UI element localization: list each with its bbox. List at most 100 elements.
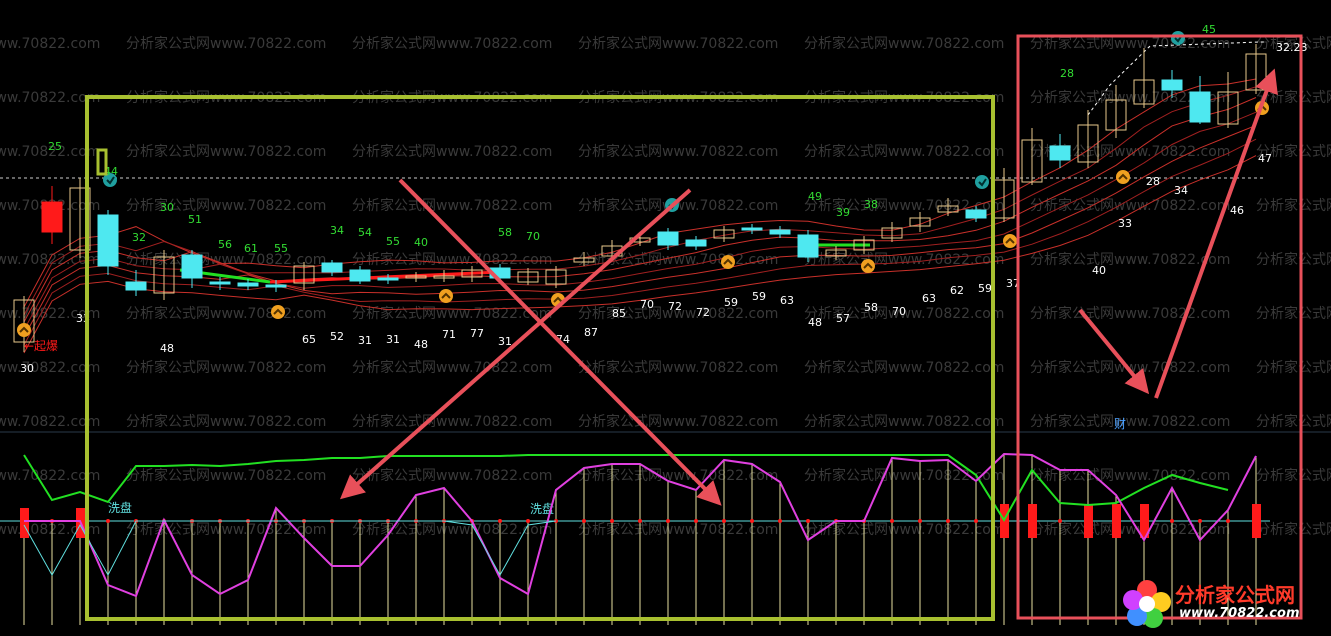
value-label: 52 — [330, 330, 344, 343]
value-label: 61 — [244, 242, 258, 255]
value-label: 28 — [1060, 67, 1074, 80]
candle-body — [1049, 145, 1071, 161]
watermark-text: 分析家公式网www.70822.com — [1256, 521, 1331, 538]
value-label: 63 — [922, 292, 936, 305]
value-label: 46 — [1230, 204, 1244, 217]
indicator-dot — [638, 519, 642, 523]
value-label: 51 — [188, 213, 202, 226]
indicator-dot — [946, 519, 950, 523]
watermark-text: 分析家公式网www.70822.com — [578, 143, 778, 160]
candle-body — [321, 262, 343, 273]
value-label: 25 — [48, 140, 62, 153]
signal-red-bar — [1084, 504, 1093, 538]
xipan-label: 洗盘 — [108, 500, 132, 515]
watermark-text: 分析家公式网www.70822.com — [578, 467, 778, 484]
candle — [97, 210, 119, 275]
wash-zone-box — [85, 95, 995, 621]
watermark-text: 分析家公式网www.70822.com — [1256, 413, 1331, 430]
indicator-dot — [498, 519, 502, 523]
candle — [769, 226, 791, 238]
watermark-text: 分析家公式网www.70822.com — [126, 305, 326, 322]
candle — [41, 186, 63, 244]
check-circle — [1171, 31, 1185, 45]
candle — [685, 236, 707, 250]
watermark-text: 分析家公式网www.70822.com — [1256, 305, 1331, 322]
value-label: 63 — [780, 294, 794, 307]
candle — [349, 266, 371, 284]
value-label: 72 — [668, 300, 682, 313]
value-label: 33 — [1118, 217, 1132, 230]
value-label: 47 — [1258, 152, 1272, 165]
value-label: 71 — [442, 328, 456, 341]
watermark-text: 分析家公式网www.70822.com — [804, 251, 1004, 268]
candle-body — [769, 229, 791, 235]
watermark-text: 分析家公式网www.70822.com — [804, 35, 1004, 52]
watermark-text: 分析家公式网www.70822.com — [578, 359, 778, 376]
value-label: 30 — [160, 201, 174, 214]
indicator-dot — [918, 519, 922, 523]
value-label: 65 — [302, 333, 316, 346]
check-circle — [975, 175, 989, 189]
signal-red-bar — [20, 508, 29, 538]
value-label: 49 — [808, 190, 822, 203]
value-label: 31 — [358, 334, 372, 347]
value-label: 48 — [160, 342, 174, 355]
watermark-text: 分析家公式网www.70822.com — [804, 467, 1004, 484]
value-label: 48 — [414, 338, 428, 351]
candle-body — [741, 227, 763, 231]
watermark-text: 分析家公式网www.70822.com — [352, 197, 552, 214]
watermark-text: 分析家公式网www.70822.com — [804, 359, 1004, 376]
value-label: 31 — [498, 335, 512, 348]
watermark-text: 分析家公式网www.70822.com — [804, 413, 1004, 430]
watermark-text: 分析家公式网www.70822.com — [578, 521, 778, 538]
signal-coin-icon — [721, 255, 735, 269]
qibao-label: ←起爆 — [24, 339, 58, 353]
value-label: 59 — [978, 282, 992, 295]
value-label: 85 — [612, 307, 626, 320]
indicator-dot — [1226, 519, 1230, 523]
watermark-text: 分析家公式网www.70822.com — [1030, 305, 1230, 322]
coin-circle — [721, 255, 735, 269]
watermark-text: 分析家公式网www.70822.com — [126, 35, 326, 52]
value-label: 34 — [1174, 184, 1188, 197]
watermark-text: 分析家公式网www.70822.com — [578, 35, 778, 52]
indicator-dot — [1058, 519, 1062, 523]
watermark-text: 分析家公式网www.70822.com — [126, 359, 326, 376]
value-label: 56 — [218, 238, 232, 251]
watermark-text: 分析家公式网www.70822.com — [126, 413, 326, 430]
signal-coin-icon — [271, 305, 285, 319]
candle-body — [377, 277, 399, 281]
candle-body — [1189, 91, 1211, 123]
indicator-dot — [526, 519, 530, 523]
candle-body — [97, 214, 119, 267]
coin-circle — [1116, 170, 1130, 184]
indicator-dot — [806, 519, 810, 523]
signal-coin-icon — [1116, 170, 1130, 184]
logo-url: www.70822.com — [1179, 606, 1300, 621]
watermark-text: 分析家公式网www.70822.com — [352, 143, 552, 160]
indicator-dot — [666, 519, 670, 523]
watermark-text: 分析家公式网www.70822.com — [804, 143, 1004, 160]
candle-body — [237, 282, 259, 287]
candle — [293, 262, 315, 290]
watermark-layer: 分析家公式网www.70822.com 分析家公式网www.70822.com 分析… — [0, 35, 1331, 538]
watermark-text: 分析家公式网www.70822.com — [1030, 413, 1230, 430]
check-signal-icon — [1171, 31, 1185, 45]
value-label: 55 — [274, 242, 288, 255]
value-label: 70 — [526, 230, 540, 243]
value-label: 62 — [950, 284, 964, 297]
coin-circle — [861, 259, 875, 273]
signal-coin-icon — [861, 259, 875, 273]
candle-body — [685, 239, 707, 247]
candle — [881, 222, 903, 242]
value-label: 55 — [386, 235, 400, 248]
value-label: 70 — [892, 305, 906, 318]
value-label: 54 — [358, 226, 372, 239]
stock-chart: 分析家公式网www.70822.com 分析家公式网www.70822.com 分析… — [0, 23, 1331, 625]
watermark-text: 分析家公式网www.70822.com — [578, 413, 778, 430]
candle — [1189, 76, 1211, 124]
value-label: 45 — [1202, 23, 1216, 36]
indicator-dot — [610, 519, 614, 523]
indicator-dot — [778, 519, 782, 523]
value-label: 58 — [498, 226, 512, 239]
